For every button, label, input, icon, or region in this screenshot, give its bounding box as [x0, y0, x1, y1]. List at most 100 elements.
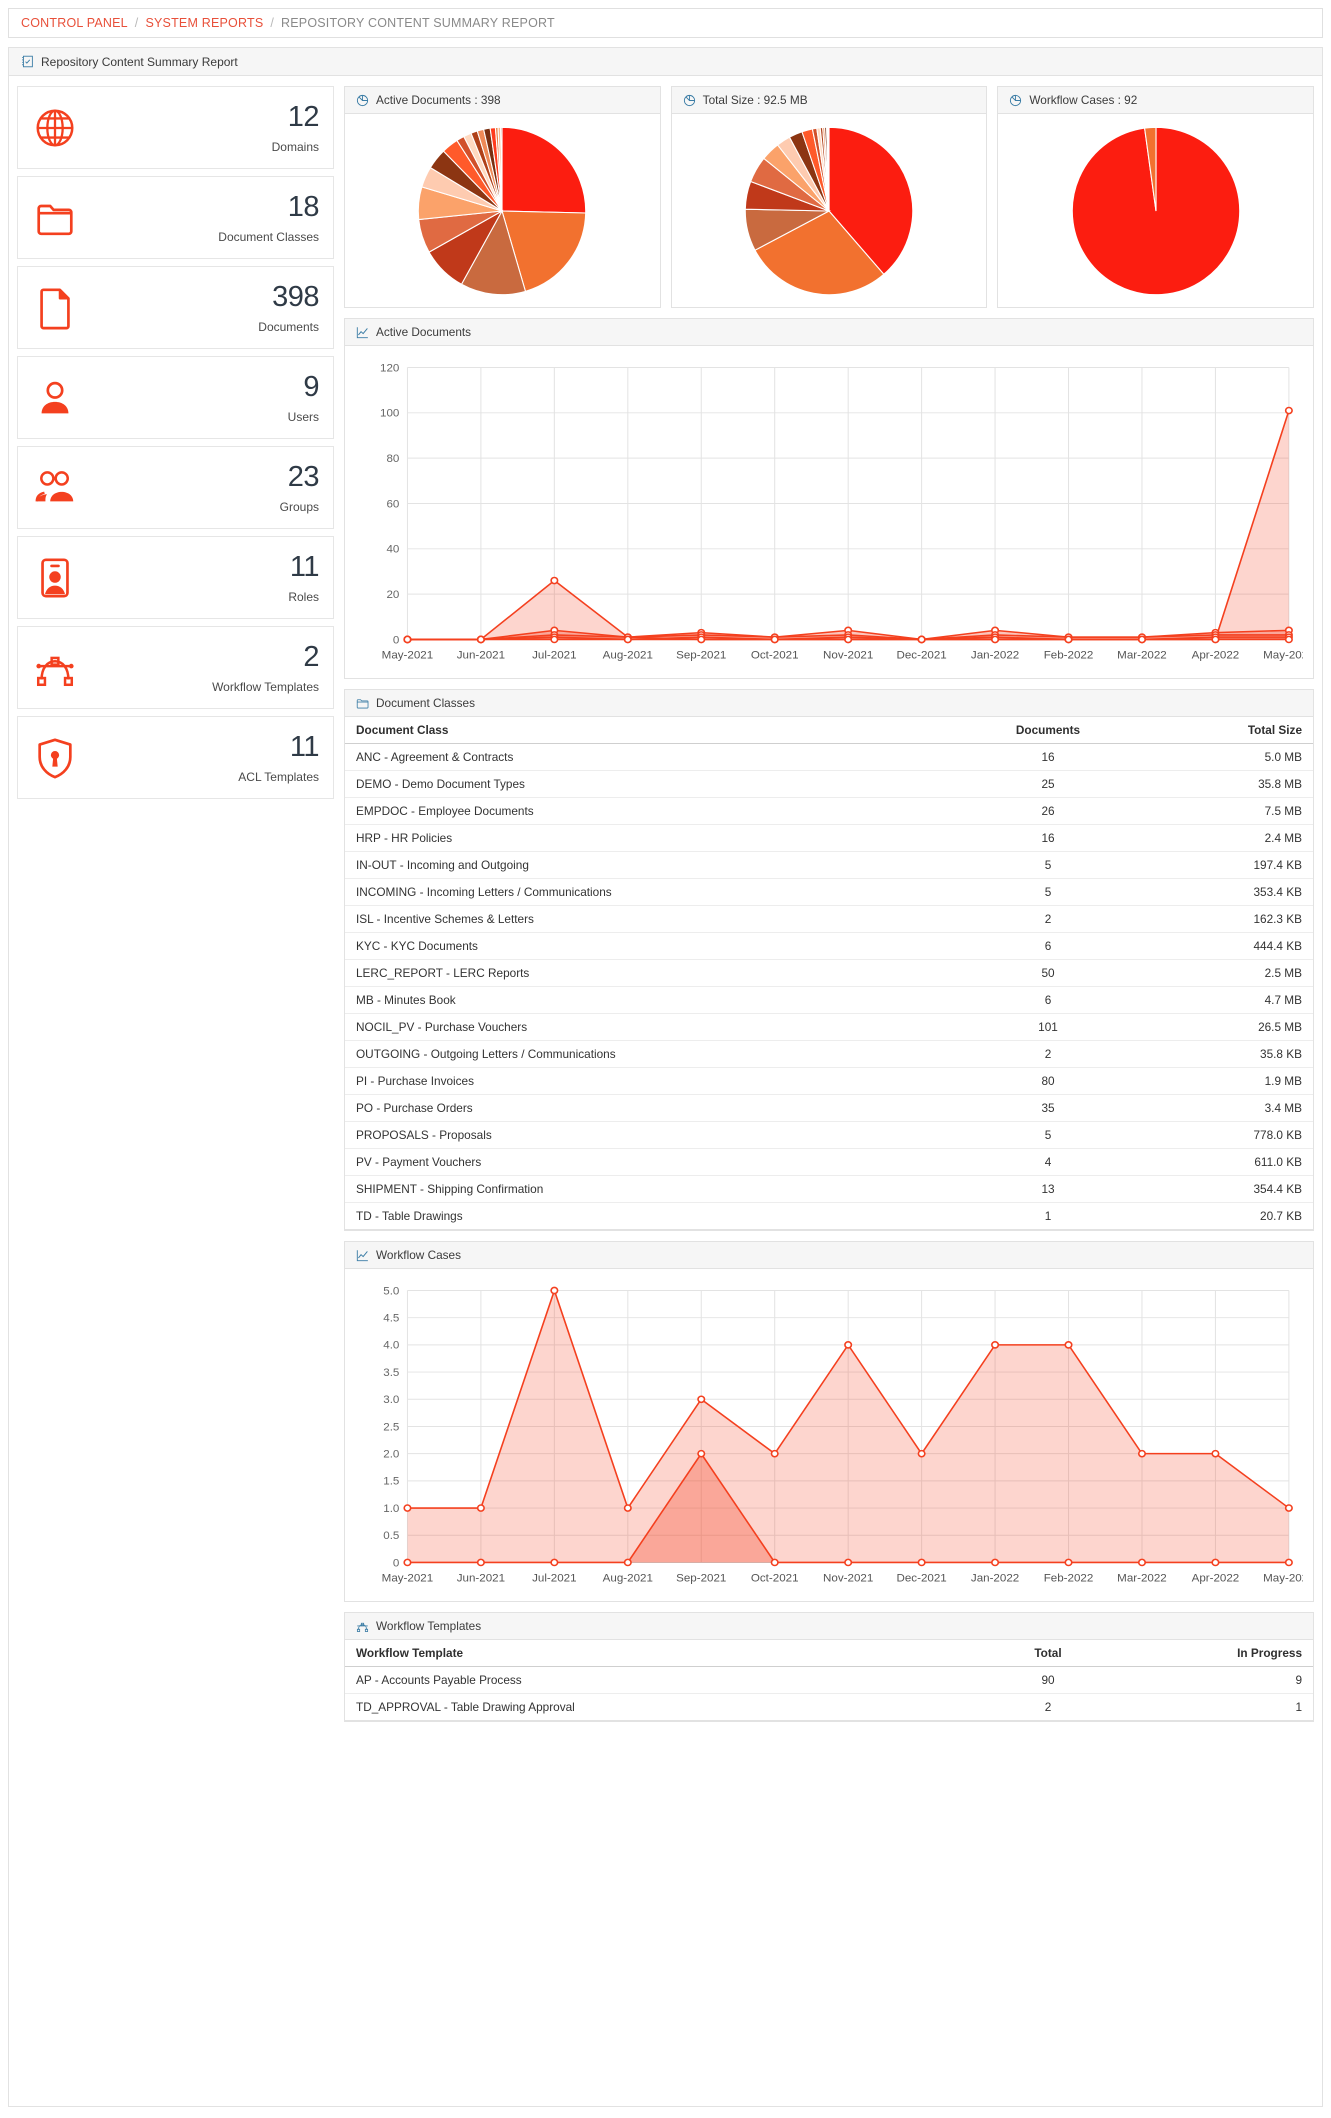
breadcrumb-item-current: REPOSITORY CONTENT SUMMARY REPORT — [281, 16, 555, 30]
cell-document-class: OUTGOING - Outgoing Letters / Communicat… — [345, 1040, 963, 1068]
column-header-documents[interactable]: Documents — [963, 717, 1133, 744]
cell-in-progress: 9 — [1133, 1666, 1313, 1694]
table-row[interactable]: KYC - KYC Documents 6 444.4 KB — [345, 932, 1313, 960]
stat-value: 23 — [287, 460, 320, 493]
svg-text:Nov-2021: Nov-2021 — [823, 1573, 873, 1585]
cell-document-class: SHIPMENT - Shipping Confirmation — [345, 1175, 963, 1203]
table-row[interactable]: IN-OUT - Incoming and Outgoing 5 197.4 KB — [345, 851, 1313, 879]
breadcrumb-item-control-panel[interactable]: CONTROL PANEL — [21, 16, 128, 30]
svg-text:May-2022: May-2022 — [1263, 1573, 1303, 1585]
cell-documents: 4 — [963, 1148, 1133, 1176]
panel-document-classes: Document Classes Document Class Document… — [344, 689, 1314, 1231]
panel-title: Active Documents : 398 — [376, 93, 501, 107]
panel-header: Active Documents — [345, 319, 1313, 346]
svg-text:2.0: 2.0 — [383, 1449, 399, 1461]
svg-text:Oct-2021: Oct-2021 — [751, 650, 799, 662]
pie-chart-workflow-cases[interactable] — [998, 114, 1313, 307]
folder-icon — [32, 195, 78, 241]
table-row[interactable]: OUTGOING - Outgoing Letters / Communicat… — [345, 1040, 1313, 1068]
svg-text:4.5: 4.5 — [383, 1313, 399, 1325]
table-row[interactable]: HRP - HR Policies 16 2.4 MB — [345, 824, 1313, 852]
cell-documents: 2 — [963, 905, 1133, 933]
pie-chart-icon — [1009, 94, 1022, 107]
stat-value: 18 — [287, 190, 320, 223]
table-row[interactable]: PI - Purchase Invoices 80 1.9 MB — [345, 1067, 1313, 1095]
cell-documents: 25 — [963, 770, 1133, 798]
svg-text:1.5: 1.5 — [383, 1476, 399, 1488]
cell-documents: 5 — [963, 1121, 1133, 1149]
svg-text:3.0: 3.0 — [383, 1394, 399, 1406]
column-header-total[interactable]: Total — [963, 1640, 1133, 1667]
stat-card-documents[interactable]: 398 Documents — [17, 266, 334, 349]
cell-total-size: 162.3 KB — [1133, 905, 1313, 933]
svg-text:Apr-2022: Apr-2022 — [1192, 650, 1240, 662]
panel-total-size-pie: Total Size : 92.5 MB — [670, 86, 988, 308]
panel-workflow-cases-chart: Workflow Cases 0 0.5 1.0 1.5 2.0 2.5 3.0 3.5 4.0… — [344, 1241, 1314, 1602]
table-row[interactable]: ANC - Agreement & Contracts 16 5.0 MB — [345, 743, 1313, 771]
svg-text:0: 0 — [393, 635, 399, 647]
column-header-in-progress[interactable]: In Progress — [1133, 1640, 1313, 1667]
column-header-document-class[interactable]: Document Class — [345, 717, 963, 744]
cell-documents: 80 — [963, 1067, 1133, 1095]
report-checklist-icon — [21, 55, 34, 68]
stat-card-domains[interactable]: 12 Domains — [17, 86, 334, 169]
table-row[interactable]: TD_APPROVAL - Table Drawing Approval 2 1 — [345, 1693, 1313, 1721]
stat-value: 11 — [289, 550, 320, 583]
cell-total-size: 35.8 KB — [1133, 1040, 1313, 1068]
svg-text:Mar-2022: Mar-2022 — [1117, 1573, 1167, 1585]
table-row[interactable]: PO - Purchase Orders 35 3.4 MB — [345, 1094, 1313, 1122]
panel-active-documents-pie: Active Documents : 398 — [344, 86, 661, 308]
svg-text:2.5: 2.5 — [383, 1422, 399, 1434]
cell-documents: 26 — [963, 797, 1133, 825]
svg-text:0.5: 0.5 — [383, 1530, 399, 1542]
breadcrumb-item-system-reports[interactable]: SYSTEM REPORTS — [145, 16, 263, 30]
panel-title: Active Documents — [376, 325, 472, 339]
cell-documents: 50 — [963, 959, 1133, 987]
stat-value: 398 — [272, 280, 319, 313]
cell-document-class: TD - Table Drawings — [345, 1202, 963, 1230]
table-row[interactable]: NOCIL_PV - Purchase Vouchers 101 26.5 MB — [345, 1013, 1313, 1041]
table-row[interactable]: PV - Payment Vouchers 4 611.0 KB — [345, 1148, 1313, 1176]
table-row[interactable]: DEMO - Demo Document Types 25 35.8 MB — [345, 770, 1313, 798]
pie-chart-active-documents[interactable] — [345, 114, 660, 307]
stat-value: 2 — [303, 640, 319, 673]
pie-chart-total-size[interactable] — [672, 114, 987, 307]
content-column: Active Documents : 398 Total Size : 92.5… — [344, 86, 1315, 1732]
chart-workflow-cases[interactable]: 0 0.5 1.0 1.5 2.0 2.5 3.0 3.5 4.0 4.5 5.0 May-2021 J… — [345, 1269, 1313, 1601]
cell-document-class: ANC - Agreement & Contracts — [345, 743, 963, 771]
column-header-workflow-template[interactable]: Workflow Template — [345, 1640, 963, 1667]
table-row[interactable]: PROPOSALS - Proposals 5 778.0 KB — [345, 1121, 1313, 1149]
svg-text:Nov-2021: Nov-2021 — [823, 650, 873, 662]
cell-documents: 101 — [963, 1013, 1133, 1041]
stat-card-acl-templates[interactable]: 11 ACL Templates — [17, 716, 334, 799]
svg-text:100: 100 — [380, 408, 399, 420]
stat-label: ACL Templates — [238, 769, 319, 784]
cell-document-class: INCOMING - Incoming Letters / Communicat… — [345, 878, 963, 906]
stat-card-document-classes[interactable]: 18 Document Classes — [17, 176, 334, 259]
table-row[interactable]: AP - Accounts Payable Process 90 9 — [345, 1666, 1313, 1694]
cell-total-size: 778.0 KB — [1133, 1121, 1313, 1149]
table-row[interactable]: LERC_REPORT - LERC Reports 50 2.5 MB — [345, 959, 1313, 987]
svg-text:Oct-2021: Oct-2021 — [751, 1573, 799, 1585]
shield-lock-icon — [32, 735, 78, 781]
table-row[interactable]: EMPDOC - Employee Documents 26 7.5 MB — [345, 797, 1313, 825]
table-row[interactable]: SHIPMENT - Shipping Confirmation 13 354.4 … — [345, 1175, 1313, 1203]
table-row[interactable]: MB - Minutes Book 6 4.7 MB — [345, 986, 1313, 1014]
column-header-total-size[interactable]: Total Size — [1133, 717, 1313, 744]
table-row[interactable]: ISL - Incentive Schemes & Letters 2 162.3 … — [345, 905, 1313, 933]
chart-active-documents[interactable]: 0 20 40 60 80 100 120 May-2021 Jun-2021 Jul-2021 A… — [345, 346, 1313, 678]
stat-card-workflow-templates[interactable]: 2 Workflow Templates — [17, 626, 334, 709]
panel-title: Total Size : 92.5 MB — [702, 93, 808, 107]
table-row[interactable]: INCOMING - Incoming Letters / Communicat… — [345, 878, 1313, 906]
svg-text:Jan-2022: Jan-2022 — [971, 1573, 1019, 1585]
svg-text:Sep-2021: Sep-2021 — [676, 650, 726, 662]
user-icon — [32, 375, 78, 421]
table-row[interactable]: TD - Table Drawings 1 20.7 KB — [345, 1202, 1313, 1230]
stat-card-roles[interactable]: 11 Roles — [17, 536, 334, 619]
globe-icon — [32, 105, 78, 151]
stat-card-groups[interactable]: 23 Groups — [17, 446, 334, 529]
stat-card-users[interactable]: 9 Users — [17, 356, 334, 439]
panel-title: Document Classes — [376, 696, 476, 710]
stat-label: Groups — [279, 499, 319, 514]
page-title: Repository Content Summary Report — [41, 54, 238, 69]
